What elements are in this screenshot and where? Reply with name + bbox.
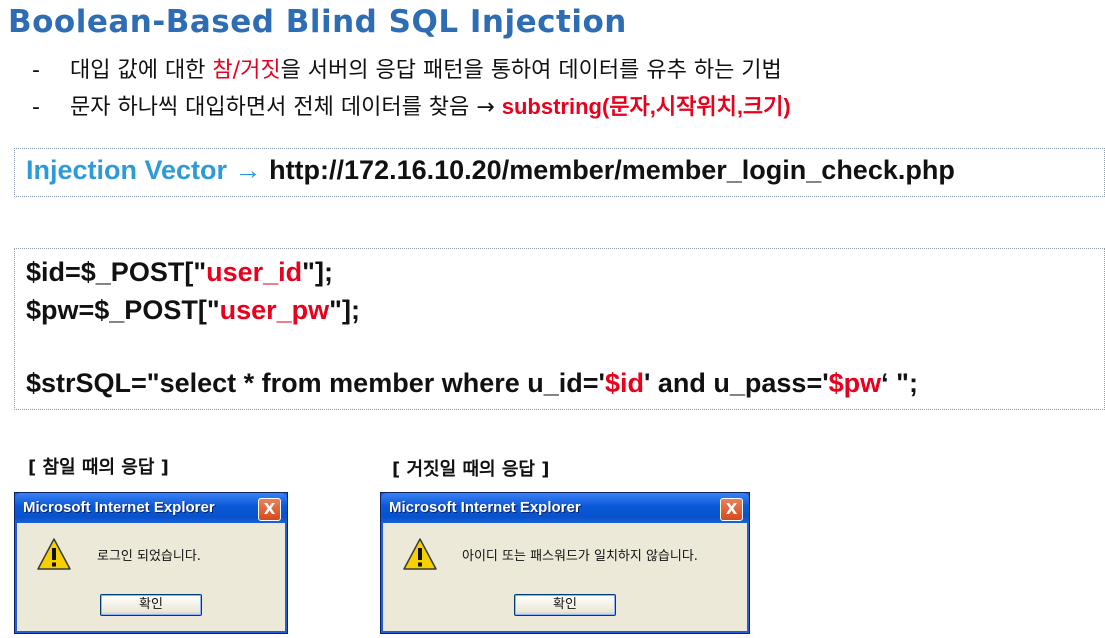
code-text: "]; xyxy=(329,295,360,325)
dialog-titlebar[interactable]: Microsoft Internet Explorer X xyxy=(15,493,287,523)
code-var: $pw xyxy=(828,368,882,398)
code-line-2: $pw=$_POST["user_pw"]; xyxy=(26,295,360,326)
code-text: ' and u_pass=' xyxy=(643,368,829,398)
bullet-text: 문자 하나씩 대입하면서 전체 데이터를 찾음 → xyxy=(70,95,502,120)
dialog-true: Microsoft Internet Explorer X 로그인 되었습니다.… xyxy=(14,492,288,634)
injection-vector: Injection Vector → http://172.16.10.20/m… xyxy=(26,155,955,186)
dialog-body: 아이디 또는 패스워드가 일치하지 않습니다. 확인 xyxy=(384,523,746,630)
vector-url: http://172.16.10.20/member/member_login_… xyxy=(269,155,955,185)
ok-button[interactable]: 확인 xyxy=(514,594,616,616)
code-text: $pw=$_POST[" xyxy=(26,295,220,325)
dialog-message: 로그인 되었습니다. xyxy=(97,549,201,564)
code-var: $id xyxy=(604,368,644,398)
warning-icon xyxy=(37,538,71,570)
bullet-highlight: 참/거짓 xyxy=(212,58,281,83)
bullet-1: - 대입 값에 대한 참/거짓을 서버의 응답 패턴을 통하여 데이터를 유추 하… xyxy=(32,52,782,84)
caption-true: [ 참일 때의 응답 ] xyxy=(28,457,169,478)
bullet-dash: - xyxy=(32,58,40,83)
dialog-body: 로그인 되었습니다. 확인 xyxy=(18,523,284,630)
ok-button[interactable]: 확인 xyxy=(100,594,202,616)
code-text: $id=$_POST[" xyxy=(26,257,207,287)
caption-false: [ 거짓일 때의 응답 ] xyxy=(392,459,550,480)
bullet-text: 대입 값에 대한 xyxy=(70,58,213,83)
close-icon[interactable]: X xyxy=(720,498,743,521)
code-line-3: $strSQL="select * from member where u_id… xyxy=(26,368,918,399)
dialog-title: Microsoft Internet Explorer xyxy=(389,499,581,516)
dialog-message: 아이디 또는 패스워드가 일치하지 않습니다. xyxy=(462,549,698,564)
bullet-2: - 문자 하나씩 대입하면서 전체 데이터를 찾음 → substring(문자,… xyxy=(32,89,791,121)
bullet-highlight: substring(문자,시작위치,크기) xyxy=(501,94,791,119)
warning-icon xyxy=(403,538,437,570)
code-text: ‘ "; xyxy=(881,368,918,398)
vector-label: Injection Vector → xyxy=(26,155,262,185)
dialog-false: Microsoft Internet Explorer X 아이디 또는 패스워… xyxy=(380,492,750,634)
close-icon[interactable]: X xyxy=(258,498,281,521)
code-var: user_id xyxy=(206,257,303,287)
dialog-title: Microsoft Internet Explorer xyxy=(23,499,215,516)
code-text: "]; xyxy=(302,257,333,287)
page-title: Boolean-Based Blind SQL Injection xyxy=(8,4,627,40)
code-line-1: $id=$_POST["user_id"]; xyxy=(26,257,333,288)
bullet-text-end: 을 서버의 응답 패턴을 통하여 데이터를 유추 하는 기법 xyxy=(280,58,782,83)
code-text: $strSQL="select * from member where u_id… xyxy=(26,368,605,398)
code-var: user_pw xyxy=(219,295,330,325)
bullet-dash: - xyxy=(32,95,40,120)
dialog-titlebar[interactable]: Microsoft Internet Explorer X xyxy=(381,493,749,523)
